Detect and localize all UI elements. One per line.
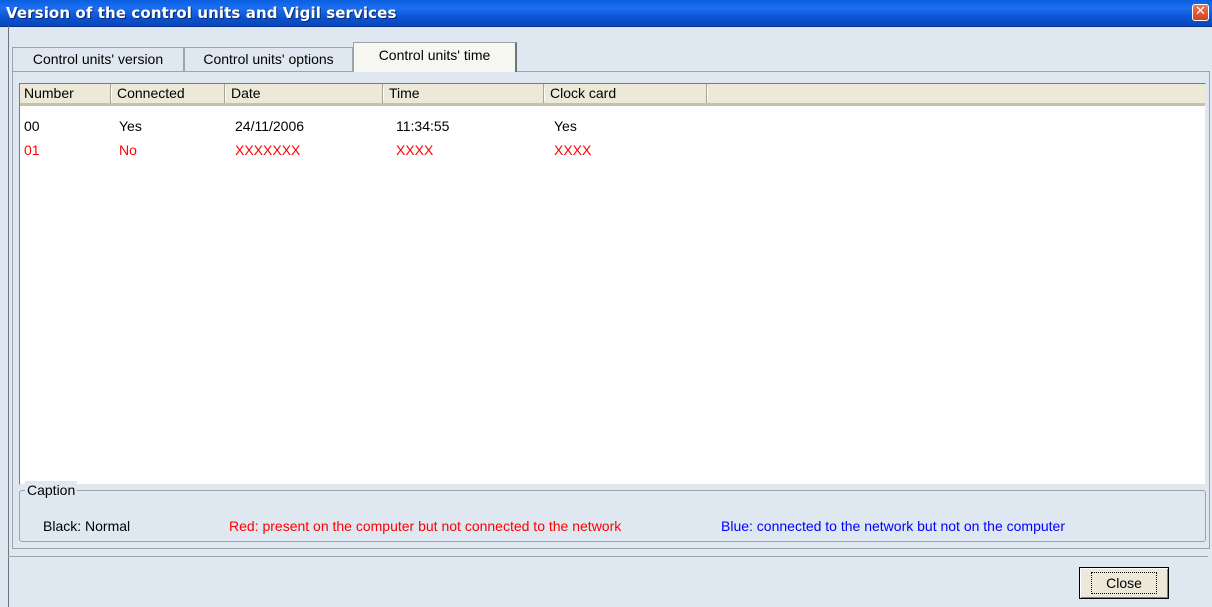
cell-date: XXXXXXX xyxy=(235,142,301,158)
cell-number: 01 xyxy=(24,142,40,158)
cell-clock-card: Yes xyxy=(554,118,577,134)
column-header-time[interactable]: Time xyxy=(385,84,545,103)
table-row[interactable]: 00 Yes 24/11/2006 11:34:55 Yes xyxy=(20,117,1205,136)
tab-control-units-options[interactable]: Control units' options xyxy=(184,47,353,71)
cell-connected: No xyxy=(119,142,137,158)
caption-title: Caption xyxy=(25,481,78,499)
cell-time: 11:34:55 xyxy=(396,118,450,134)
column-header-connected[interactable]: Connected xyxy=(113,84,226,103)
column-header-date[interactable]: Date xyxy=(227,84,384,103)
control-units-time-list[interactable]: Number Connected Date Time Clock card 00… xyxy=(19,83,1206,485)
window-left-border xyxy=(8,26,9,607)
footer-divider xyxy=(8,556,1208,557)
close-window-icon[interactable]: ✕ xyxy=(1192,4,1209,21)
column-header-clock-card[interactable]: Clock card xyxy=(546,84,708,103)
cell-number: 00 xyxy=(24,118,40,134)
table-row[interactable]: 01 No XXXXXXX XXXX XXXX xyxy=(20,141,1205,160)
close-button[interactable]: Close xyxy=(1079,567,1169,599)
cell-clock-card: XXXX xyxy=(554,142,592,158)
caption-black-normal: Black: Normal xyxy=(43,518,131,534)
cell-connected: Yes xyxy=(119,118,142,134)
cell-time: XXXX xyxy=(396,142,434,158)
window-title: Version of the control units and Vigil s… xyxy=(6,4,397,22)
cell-date: 24/11/2006 xyxy=(235,118,305,134)
caption-red-legend: Red: present on the computer but not con… xyxy=(229,518,622,534)
caption-blue-legend: Blue: connected to the network but not o… xyxy=(721,518,1065,534)
close-button-label: Close xyxy=(1091,572,1157,594)
title-bar: Version of the control units and Vigil s… xyxy=(0,0,1212,27)
tab-control-units-time[interactable]: Control units' time xyxy=(353,42,517,72)
column-header-number[interactable]: Number xyxy=(20,84,112,103)
list-header: Number Connected Date Time Clock card xyxy=(20,84,1205,106)
tab-control-units-version[interactable]: Control units' version xyxy=(12,47,184,71)
